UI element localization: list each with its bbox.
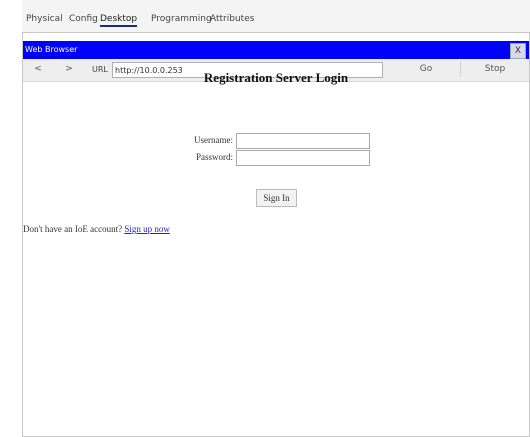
tab-attributes[interactable]: Attributes [210, 14, 254, 24]
password-label: Password: [195, 152, 233, 162]
signup-prompt: Don't have an IoE account? [23, 224, 123, 234]
tab-programming[interactable]: Programming [151, 14, 212, 24]
page-heading: Registration Server Login [203, 70, 349, 85]
device-tab-bar: Physical Config Desktop Programming Attr… [22, 0, 530, 32]
close-button[interactable]: X [510, 43, 526, 59]
tab-config[interactable]: Config [69, 14, 98, 24]
browser-title: Web Browser [25, 45, 78, 54]
username-label: Username: [194, 135, 233, 145]
browser-title-bar: Web Browser X [23, 41, 529, 59]
password-field[interactable] [236, 150, 370, 166]
desktop-panel: Web Browser X < > URL Go Stop Registrati… [22, 32, 530, 437]
sign-up-link[interactable]: Sign up now [124, 224, 170, 234]
username-field[interactable] [236, 133, 370, 149]
sign-in-button[interactable]: Sign In [256, 189, 297, 207]
tab-physical[interactable]: Physical [26, 14, 63, 24]
tab-desktop[interactable]: Desktop [100, 14, 138, 27]
signup-row: Don't have an IoE account? Sign up now [23, 224, 170, 234]
